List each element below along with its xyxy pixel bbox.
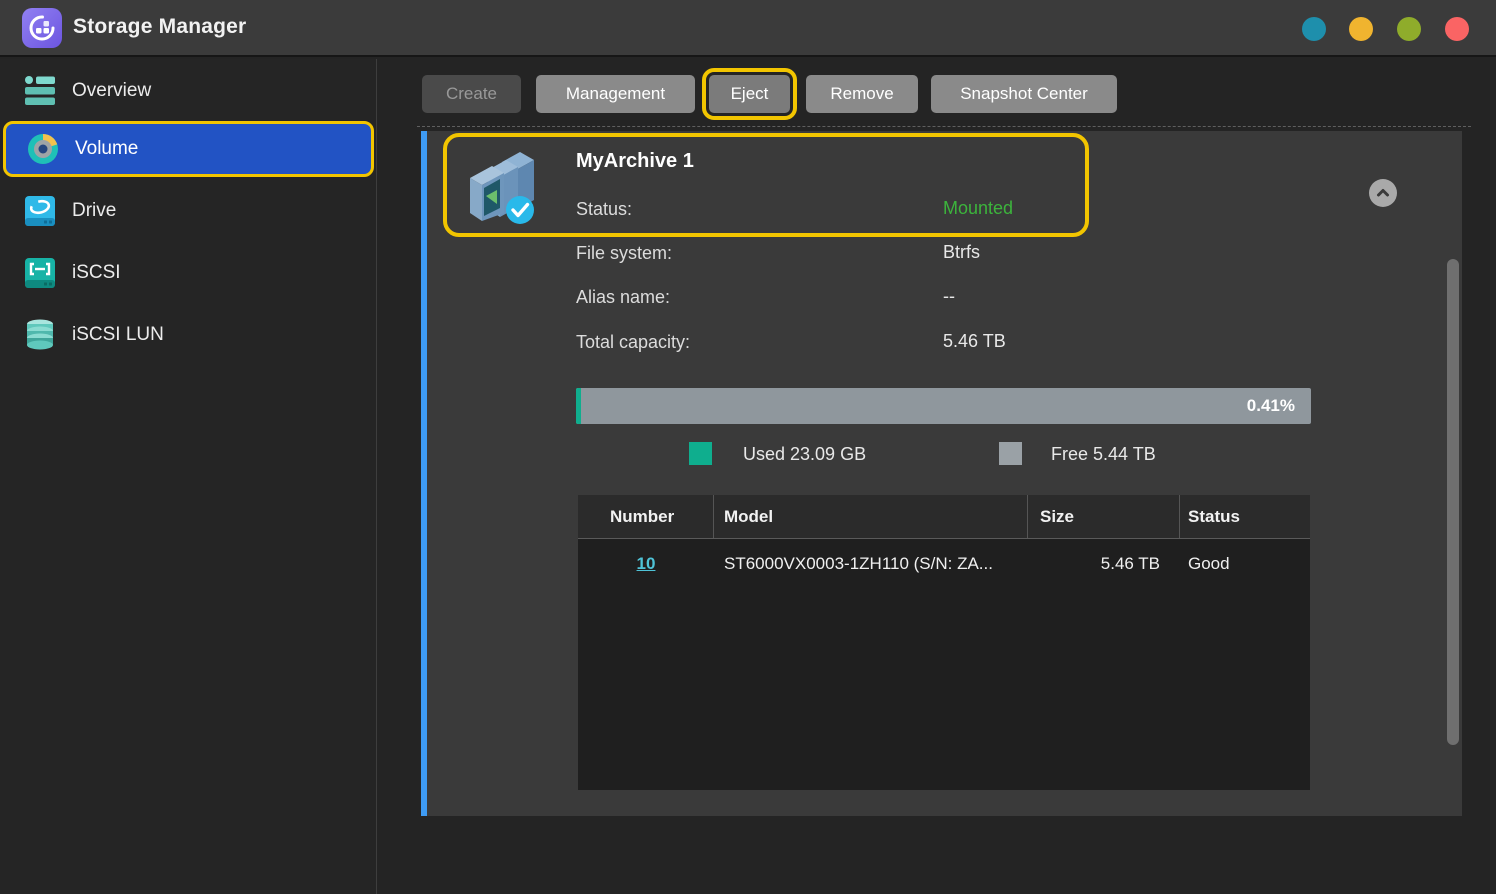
collapse-button[interactable] (1369, 179, 1397, 207)
management-button[interactable]: Management (536, 75, 695, 113)
disk-status-cell: Good (1180, 554, 1310, 574)
storage-manager-app-icon (22, 8, 62, 48)
disk-size-cell: 5.46 TB (1028, 554, 1180, 574)
archive-volume-icon (458, 146, 546, 230)
sidebar-item-label: Drive (72, 200, 116, 222)
snapshot-center-button[interactable]: Snapshot Center (931, 75, 1117, 113)
scrollbar[interactable] (1447, 259, 1459, 745)
create-button[interactable]: Create (422, 75, 521, 113)
status-dot-green[interactable] (1397, 17, 1421, 41)
volume-panel: MyArchive 1 Status: Mounted File system:… (421, 131, 1462, 816)
column-header-size[interactable]: Size (1028, 495, 1180, 538)
drive-icon (22, 193, 58, 229)
status-label: Status: (576, 199, 632, 220)
total-capacity-value: 5.46 TB (943, 331, 1006, 352)
sidebar-item-iscsi[interactable]: iSCSI (0, 245, 377, 301)
status-dot-yellow[interactable] (1349, 17, 1373, 41)
chevron-up-icon (1375, 185, 1391, 201)
page-title: Storage Manager (73, 15, 246, 39)
sidebar-item-label: Volume (75, 138, 138, 160)
overview-icon (22, 73, 58, 109)
free-legend-swatch (999, 442, 1022, 465)
usage-percent-label: 0.41% (1247, 396, 1295, 416)
sidebar-item-iscsi-lun[interactable]: iSCSI LUN (0, 307, 377, 363)
usage-bar-fill (576, 388, 581, 424)
sidebar: Overview Volume Drive (0, 59, 377, 894)
file-system-value: Btrfs (943, 242, 980, 263)
remove-button[interactable]: Remove (806, 75, 918, 113)
sidebar-item-overview[interactable]: Overview (0, 63, 377, 119)
column-header-number[interactable]: Number (578, 495, 714, 538)
panel-accent-stripe (421, 131, 427, 816)
file-system-label: File system: (576, 243, 672, 264)
eject-button[interactable]: Eject (709, 75, 790, 113)
volume-donut-icon (25, 131, 61, 167)
total-capacity-label: Total capacity: (576, 332, 690, 353)
sidebar-item-label: iSCSI LUN (72, 324, 164, 346)
alias-name-value: -- (943, 286, 955, 307)
sidebar-item-drive[interactable]: Drive (0, 183, 377, 239)
table-row: 10 ST6000VX0003-1ZH110 (S/N: ZA... 5.46 … (578, 539, 1310, 589)
disk-number-link[interactable]: 10 (637, 554, 656, 573)
status-value: Mounted (943, 198, 1013, 219)
volume-name: MyArchive 1 (576, 150, 694, 173)
disk-table-header: Number Model Size Status (578, 495, 1310, 539)
free-legend-label: Free 5.44 TB (1051, 444, 1156, 465)
alias-name-label: Alias name: (576, 287, 670, 308)
column-header-model[interactable]: Model (714, 495, 1028, 538)
toolbar-separator (417, 126, 1471, 127)
usage-bar: 0.41% (576, 388, 1311, 424)
sidebar-item-label: iSCSI (72, 262, 121, 284)
status-dot-teal[interactable] (1302, 17, 1326, 41)
used-legend-label: Used 23.09 GB (743, 444, 866, 465)
sidebar-item-volume[interactable]: Volume (3, 121, 374, 177)
status-dot-red[interactable] (1445, 17, 1469, 41)
used-legend-swatch (689, 442, 712, 465)
column-header-status[interactable]: Status (1180, 495, 1310, 538)
titlebar: Storage Manager (0, 0, 1496, 57)
eject-highlight-ring: Eject (702, 68, 797, 120)
iscsi-icon (22, 255, 58, 291)
disk-number-cell: 10 (578, 554, 714, 574)
sidebar-item-label: Overview (72, 80, 151, 102)
disk-model-cell: ST6000VX0003-1ZH110 (S/N: ZA... (714, 554, 1028, 574)
iscsi-lun-icon (22, 317, 58, 353)
disk-table: Number Model Size Status 10 ST6000VX0003… (578, 495, 1310, 790)
